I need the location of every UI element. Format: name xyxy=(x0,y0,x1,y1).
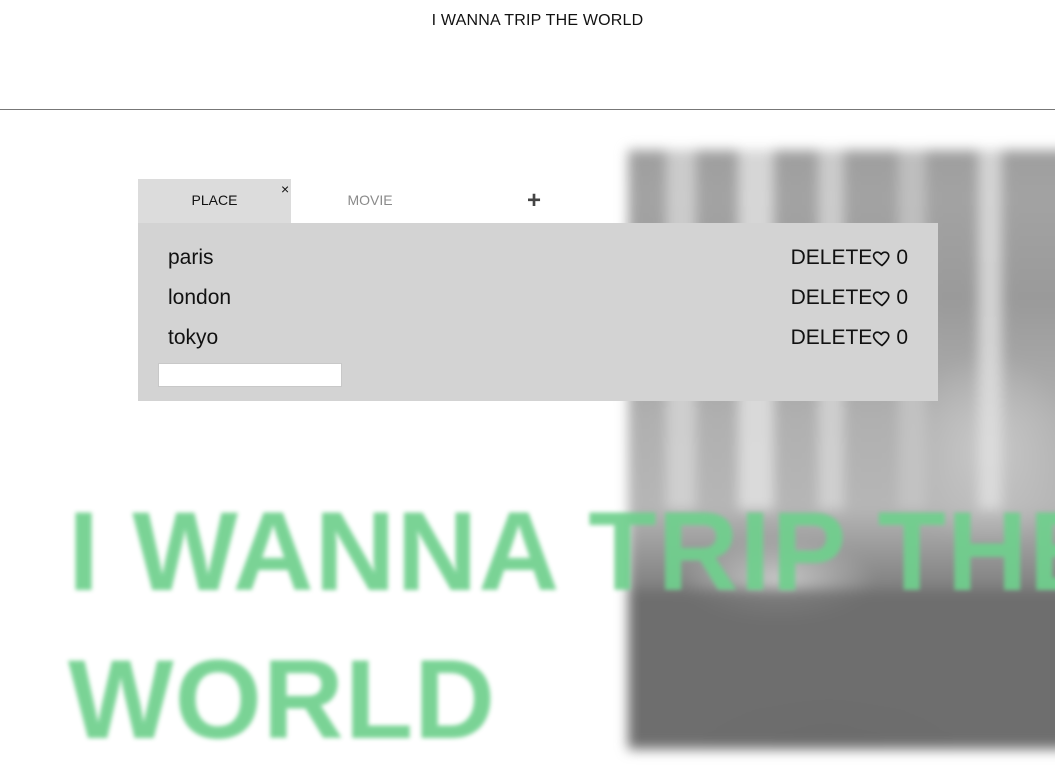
plus-icon: + xyxy=(527,187,542,214)
site-header: I WANNA TRIP THE WORLD xyxy=(0,0,1055,110)
delete-button[interactable]: DELETE xyxy=(791,323,873,353)
like-count: 0 xyxy=(896,326,908,349)
tab-place[interactable]: PLACE × xyxy=(138,179,291,223)
close-icon[interactable]: × xyxy=(281,182,289,196)
item-actions: DELETE 0 xyxy=(791,323,908,353)
place-list-panel: paris DELETE 0 london DELETE 0 tokyo DEL… xyxy=(138,223,938,401)
item-name: paris xyxy=(168,246,214,269)
list-item: paris DELETE 0 xyxy=(168,243,908,273)
like-count: 0 xyxy=(896,246,908,269)
heart-icon[interactable] xyxy=(872,288,892,308)
site-title: I WANNA TRIP THE WORLD xyxy=(431,12,644,29)
list-item: tokyo DELETE 0 xyxy=(168,323,908,353)
list-item: london DELETE 0 xyxy=(168,283,908,313)
page: I WANNA TRIP THE WORLD I WANNA TRIP THE … xyxy=(0,0,1055,769)
hero-line-1: I WANNA TRIP THE xyxy=(68,489,1055,614)
like-count: 0 xyxy=(896,286,908,309)
add-tab-button[interactable]: + xyxy=(527,189,541,213)
heart-icon[interactable] xyxy=(872,328,892,348)
hero-headline: I WANNA TRIP THE WORLD xyxy=(68,478,1055,769)
tab-place-label: PLACE xyxy=(191,192,238,208)
item-name: london xyxy=(168,286,232,309)
delete-button[interactable]: DELETE xyxy=(791,283,873,313)
item-actions: DELETE 0 xyxy=(791,243,908,273)
new-item-input[interactable] xyxy=(158,363,342,387)
heart-icon[interactable] xyxy=(872,248,892,268)
item-actions: DELETE 0 xyxy=(791,283,908,313)
delete-button[interactable]: DELETE xyxy=(791,243,873,273)
hero-line-2: WORLD xyxy=(68,637,497,762)
tab-movie[interactable]: MOVIE xyxy=(291,179,449,223)
tab-movie-label: MOVIE xyxy=(347,192,393,208)
tab-bar: PLACE × MOVIE + xyxy=(138,179,938,223)
item-name: tokyo xyxy=(168,326,219,349)
